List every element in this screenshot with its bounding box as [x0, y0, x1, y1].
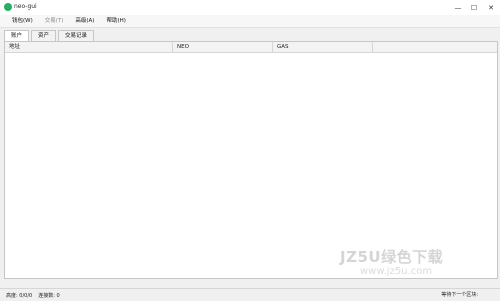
menu-advanced[interactable]: 高级(A) — [75, 15, 94, 27]
app-icon — [4, 3, 12, 11]
menu-transaction[interactable]: 交易(T) — [45, 15, 64, 27]
menu-help[interactable]: 帮助(H) — [106, 15, 125, 27]
menu-wallet[interactable]: 钱包(W) — [12, 15, 33, 27]
menu-bar: 钱包(W) 交易(T) 高级(A) 帮助(H) — [0, 15, 500, 28]
watermark-text: JZ5U绿色下载 — [340, 248, 444, 266]
column-header-address[interactable]: 地址 — [5, 42, 173, 52]
status-height: 高度: 0/0/0 — [6, 292, 33, 299]
watermark: JZ5U绿色下载 www.jz5u.com — [340, 246, 490, 290]
app-window: neo-gui — ☐ ✕ 钱包(W) 交易(T) 高级(A) 帮助(H) 账户… — [0, 0, 500, 301]
minimize-button[interactable]: — — [450, 0, 466, 15]
tab-strip: 账户 资产 交易记录 — [4, 30, 96, 42]
list-header: 地址 NEO GAS — [5, 42, 497, 53]
status-next-block: 等待下一个区块: — [441, 292, 478, 298]
maximize-button[interactable]: ☐ — [466, 0, 482, 15]
status-connections: 连接数: 0 — [38, 292, 60, 299]
window-title: neo-gui — [14, 3, 37, 10]
close-button[interactable]: ✕ — [482, 0, 500, 15]
watermark-url: www.jz5u.com — [360, 266, 433, 277]
window-controls: — ☐ ✕ — [450, 0, 500, 15]
accounts-list[interactable]: 地址 NEO GAS — [4, 41, 498, 279]
title-bar: neo-gui — ☐ ✕ — [0, 0, 500, 15]
column-header-gas[interactable]: GAS — [273, 42, 373, 52]
column-header-neo[interactable]: NEO — [173, 42, 273, 52]
